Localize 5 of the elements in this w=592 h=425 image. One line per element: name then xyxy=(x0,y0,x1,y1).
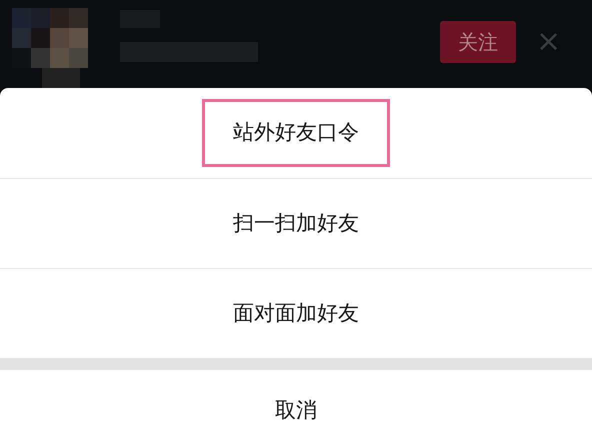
follow-button[interactable]: 关注 xyxy=(440,21,516,63)
menu-item[interactable]: 扫一扫加好友 xyxy=(213,198,379,248)
menu-item[interactable]: 站外好友口令 xyxy=(202,99,390,167)
menu-item[interactable]: 面对面加好友 xyxy=(213,288,379,338)
cancel-button[interactable]: 取消 xyxy=(275,397,317,423)
